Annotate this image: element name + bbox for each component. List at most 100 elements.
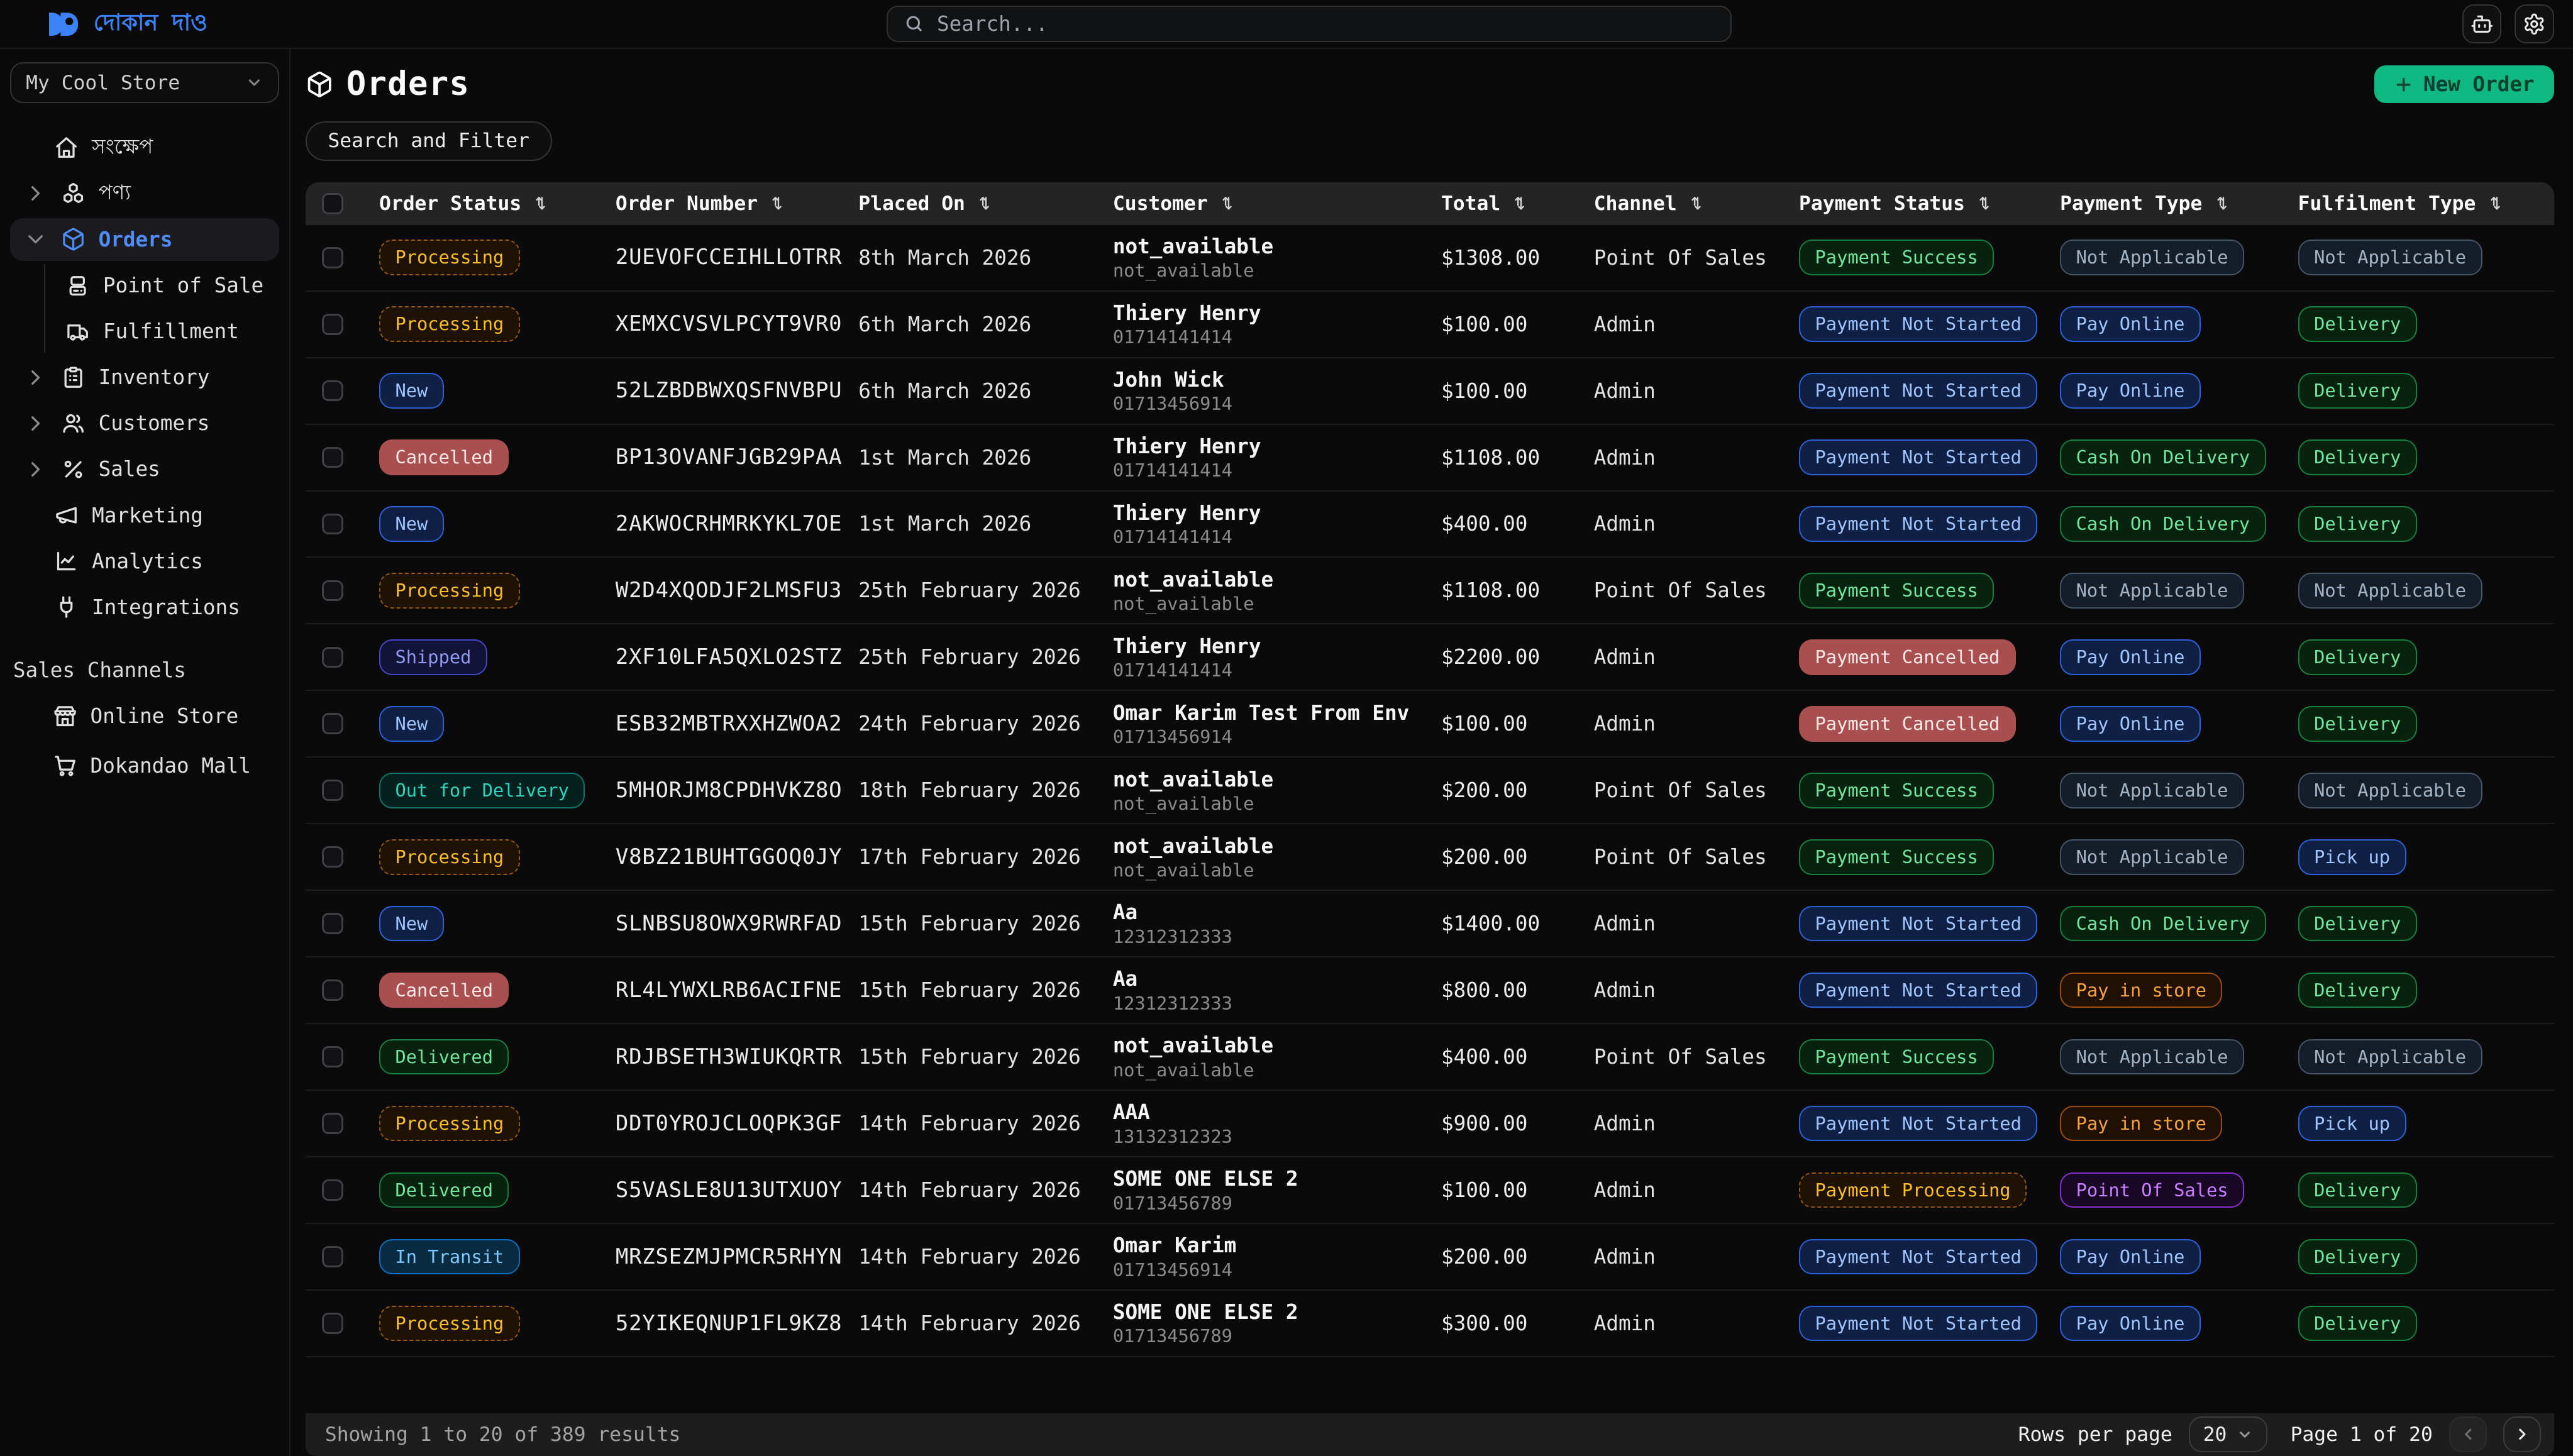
robot-icon [2471,13,2494,36]
table-row[interactable]: Processing DDT0YROJCLOQPK3GF 14th Februa… [306,1091,2554,1157]
search-and-filter-button[interactable]: Search and Filter [306,121,552,161]
gear-icon [2523,13,2546,36]
pos-icon [65,273,90,298]
sidebar-item-analytics[interactable]: Analytics [10,540,280,583]
order-total: $200.00 [1422,824,1574,890]
sidebar-item-point-of-sale[interactable]: Point of Sale [58,264,279,307]
app-logo[interactable]: দোকান দাও [49,5,208,43]
row-checkbox[interactable] [322,1313,343,1334]
home-icon [54,135,79,160]
fulfilment-type-badge: Not Applicable [2298,773,2482,808]
table-row[interactable]: Cancelled RL4LYWXLRB6ACIFNE 15th Februar… [306,957,2554,1024]
payment-status-badge: Payment Not Started [1799,373,2037,408]
column-header-payment-status[interactable]: Payment Status [1779,182,2040,225]
column-header-order-number[interactable]: Order Number [596,182,839,225]
customer-name: not_available [1113,236,1273,258]
row-checkbox[interactable] [322,846,343,868]
table-row[interactable]: Delivered S5VASLE8U13UTXUOY 14th Februar… [306,1157,2554,1224]
column-header-channel[interactable]: Channel [1574,182,1779,225]
customer-phone: not_available [1113,262,1254,280]
fulfilment-type-badge: Not Applicable [2298,573,2482,608]
sidebar-item-পণ্য[interactable]: পণ্য [10,172,280,215]
column-header-total[interactable]: Total [1422,182,1574,225]
payment-type-badge: Pay Online [2060,1306,2201,1341]
column-header-customer[interactable]: Customer [1093,182,1422,225]
assistant-button[interactable] [2462,4,2502,44]
row-checkbox[interactable] [322,1046,343,1067]
table-row[interactable]: Processing V8BZ21BUHTGGOQ0JY 17th Februa… [306,824,2554,891]
order-total: $100.00 [1422,292,1574,357]
fulfilment-type-badge: Delivery [2298,439,2417,475]
table-row[interactable]: Processing W2D4XQODJF2LMSFU3 25th Februa… [306,558,2554,624]
table-row[interactable]: In Transit MRZSEZMJPMCR5RHYN 14th Februa… [306,1224,2554,1291]
customer-phone: 01713456789 [1113,1327,1232,1345]
sidebar-item-sales[interactable]: Sales [10,448,280,491]
customer-phone: 13132312323 [1113,1128,1232,1146]
next-page-button[interactable] [2503,1416,2541,1452]
column-header-fulfilment-type[interactable]: Fulfilment Type [2278,182,2554,225]
row-checkbox[interactable] [322,913,343,934]
order-status-badge: New [379,706,444,741]
row-checkbox[interactable] [322,447,343,468]
sidebar-item-customers[interactable]: Customers [10,402,280,444]
table-row[interactable]: New 2AKWOCRHMRKYKL7OE 1st March 2026 Thi… [306,492,2554,558]
column-header-placed-on[interactable]: Placed On [839,182,1093,225]
row-checkbox[interactable] [322,514,343,535]
placed-on-date: 25th February 2026 [839,624,1093,690]
order-number: 2UEVOFCCEIHLLOTRR [596,225,839,290]
column-header-payment-type[interactable]: Payment Type [2040,182,2279,225]
table-row[interactable]: New 52LZBDBWXQSFNVBPU 6th March 2026 Joh… [306,358,2554,425]
channel-item-online-store[interactable]: Online Store [10,695,280,737]
column-header-order-status[interactable]: Order Status [360,182,596,225]
payment-status-badge: Payment Not Started [1799,906,2037,941]
row-checkbox[interactable] [322,979,343,1001]
settings-button[interactable] [2515,4,2554,44]
row-checkbox[interactable] [322,713,343,734]
placed-on-date: 8th March 2026 [839,225,1093,290]
sidebar: My Cool Store সংক্ষেপপণ্যOrdersPoint of … [0,49,290,1455]
row-checkbox[interactable] [322,247,343,268]
order-status-badge: Out for Delivery [379,773,585,808]
sidebar-item-marketing[interactable]: Marketing [10,494,280,537]
table-row[interactable]: Delivered RDJBSETH3WIUKQRTR 15th Februar… [306,1024,2554,1091]
channel-item-dokandao-mall[interactable]: Dokandao Mall [10,744,280,787]
order-number: DDT0YROJCLOQPK3GF [596,1091,839,1156]
row-checkbox[interactable] [322,1246,343,1267]
table-row[interactable]: New ESB32MBTRXXHZWOA2 24th February 2026… [306,691,2554,758]
customer-name: Thiery Henry [1113,436,1261,458]
sidebar-item-orders[interactable]: Orders [10,218,280,261]
row-checkbox[interactable] [322,647,343,668]
logo-icon [49,12,82,36]
chevron-down-icon [245,74,263,92]
sidebar-item-inventory[interactable]: Inventory [10,356,280,399]
table-row[interactable]: New SLNBSU8OWX9RWRFAD 15th February 2026… [306,891,2554,957]
placed-on-date: 14th February 2026 [839,1091,1093,1156]
previous-page-button[interactable] [2449,1416,2487,1452]
store-selector[interactable]: My Cool Store [10,62,280,103]
select-all-checkbox[interactable] [322,193,343,214]
row-checkbox[interactable] [322,1179,343,1201]
table-row[interactable]: Processing XEMXCVSVLPCYT9VR0 6th March 2… [306,292,2554,358]
sidebar-item-সংক্ষেপ[interactable]: সংক্ষেপ [10,126,280,169]
table-row[interactable]: Out for Delivery 5MHORJM8CPDHVKZ8O 18th … [306,758,2554,824]
placed-on-date: 1st March 2026 [839,492,1093,557]
row-checkbox[interactable] [322,1113,343,1134]
row-checkbox[interactable] [322,780,343,801]
table-row[interactable]: Shipped 2XF10LFA5QXLO2STZ 25th February … [306,624,2554,691]
new-order-button[interactable]: New Order [2374,65,2554,103]
table-row[interactable]: Processing 2UEVOFCCEIHLLOTRR 8th March 2… [306,225,2554,292]
order-total: $900.00 [1422,1091,1574,1156]
sidebar-item-fulfillment[interactable]: Fulfillment [58,310,279,353]
payment-type-badge: Cash On Delivery [2060,906,2266,941]
table-row[interactable]: Processing 52YIKEQNUP1FL9KZ8 14th Februa… [306,1291,2554,1357]
order-total: $1108.00 [1422,558,1574,623]
table-row[interactable]: Cancelled BP13OVANFJGB29PAA 1st March 20… [306,425,2554,492]
sidebar-item-integrations[interactable]: Integrations [10,586,280,629]
rows-per-page-select[interactable]: 20 [2189,1416,2267,1452]
global-search-input[interactable]: Search... [887,6,1732,41]
row-checkbox[interactable] [322,314,343,335]
row-checkbox[interactable] [322,380,343,402]
row-checkbox[interactable] [322,580,343,602]
order-total: $400.00 [1422,1024,1574,1089]
results-summary: Showing 1 to 20 of 389 results [325,1423,681,1446]
